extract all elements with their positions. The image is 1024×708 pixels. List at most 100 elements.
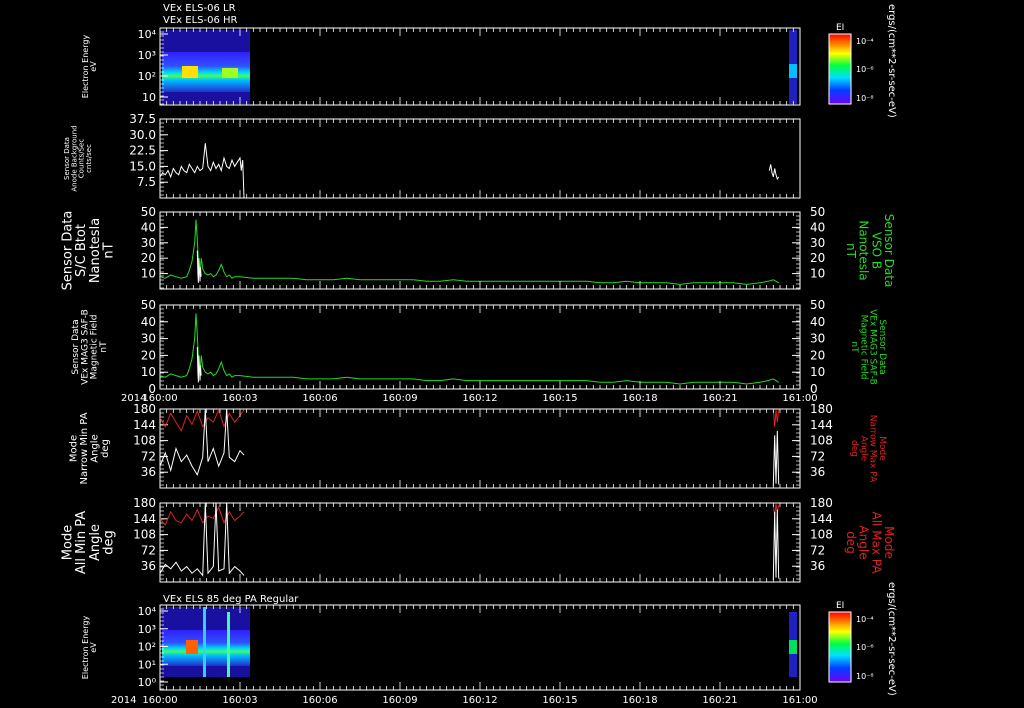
y-tick-label-right: 36: [810, 559, 825, 573]
colorbar-tick: 10⁻⁸: [856, 672, 874, 681]
year-label-bottom: 2014: [111, 695, 136, 706]
x-tick-label-mid: 160:03: [222, 393, 257, 404]
y-tick-label: 108: [133, 528, 156, 542]
x-tick-label-bottom: 160:15: [542, 695, 577, 706]
panel-frame-els06: [159, 27, 801, 106]
y-axis-label-right-line: nT: [849, 341, 859, 353]
y-axis-label-line: nT: [101, 242, 116, 258]
x-tick-label-bottom: 160:00: [142, 695, 177, 706]
colorbar-els06: EI 10⁻⁴ 10⁻⁶ 10⁻⁸: [828, 23, 874, 105]
series-line-background: [159, 143, 245, 199]
y-tick-label-right: 108: [810, 434, 833, 448]
y-tick-label: 10³: [138, 623, 156, 636]
series-line-narrowpa: [159, 408, 245, 433]
colorbar-pa85: EI 10⁻⁴ 10⁻⁶ 10⁻⁸: [828, 601, 874, 683]
y-tick-label: 15.0: [129, 159, 156, 173]
y-tick-label: 10²: [138, 70, 156, 83]
spectrogram-edge-band: [789, 64, 797, 78]
spectrogram-hotspot: [222, 68, 238, 78]
x-tick-label-bottom: 160:09: [382, 695, 417, 706]
y-tick-label-right: 108: [810, 528, 833, 542]
y-tick-label-right: 72: [810, 543, 825, 557]
y-tick-label-right: 30: [810, 332, 825, 346]
y-tick-label-right: 20: [810, 348, 825, 362]
spectrogram-hotspot: [182, 66, 198, 78]
colorbar-units-top: ergs/(cm**2-sr-sec-eV): [886, 4, 897, 118]
x-tick-label-mid: 160:12: [462, 393, 497, 404]
spectrogram-pa85-data: [162, 607, 797, 677]
colorbar-tick: 10⁻⁴: [856, 37, 874, 46]
x-tick-label-mid: 160:15: [542, 393, 577, 404]
y-tick-label: 10²: [138, 641, 156, 654]
series-line-narrowpa: [772, 409, 780, 427]
series-line-narrowpa: [772, 430, 780, 486]
y-tick-label-right: 144: [810, 418, 833, 432]
spectrogram-hotspot: [186, 640, 198, 654]
colorbar-tick: 10⁻⁴: [856, 615, 874, 624]
y-tick-label: 40: [141, 315, 156, 329]
y-tick-label-right: 40: [810, 220, 825, 234]
y-axis-label-line: Angle: [89, 434, 100, 462]
x-tick-label-mid: 160:21: [702, 393, 737, 404]
colorbar-gradient: [828, 33, 852, 105]
y-tick-label: 10: [141, 267, 156, 281]
y-tick-label-right: 180: [810, 496, 833, 510]
y-tick-label: 72: [141, 543, 156, 557]
x-tick-label-bottom: 161:00: [782, 695, 817, 706]
series-line-bmag: [159, 219, 779, 285]
y-tick-label-right: 10: [810, 365, 825, 379]
y-tick-label: 10: [142, 91, 156, 104]
y-axis-label-line: eV: [89, 61, 98, 72]
x-tick-label-bottom: 160:18: [622, 695, 657, 706]
series-line-allpa: [159, 506, 245, 526]
y-axis-label-line: cnts/sec: [85, 144, 93, 173]
colorbar-units-bottom: ergs/(cm**2-sr-sec-eV): [886, 582, 897, 696]
y-tick-label-right: 20: [810, 251, 825, 265]
y-tick-label-right: 30: [810, 236, 825, 250]
y-tick-label: 37.5: [129, 112, 156, 126]
series-line-allpa: [772, 509, 780, 580]
y-axis-label-right-line: deg: [849, 440, 859, 457]
y-tick-label: 144: [133, 418, 156, 432]
y-axis-label-line: eV: [89, 642, 98, 653]
header-line-2: VEx ELS-06 HR: [163, 15, 238, 26]
spectrogram-els06-data: [162, 30, 797, 104]
y-tick-label: 30: [141, 332, 156, 346]
y-tick-label: 20: [141, 348, 156, 362]
x-tick-label-bottom: 160:06: [302, 695, 337, 706]
y-tick-label: 36: [141, 559, 156, 573]
pa85-panel-title: VEx ELS 85 deg PA Regular: [163, 594, 299, 605]
colorbar-label: EI: [836, 601, 844, 611]
y-tick-label: 10⁰: [138, 676, 157, 689]
spectrogram-figure: VEx ELS-06 LR VEx ELS-06 HR ergs/(cm**2-…: [61, 3, 897, 706]
y-tick-label: 10⁴: [138, 605, 157, 618]
x-tick-label-mid: 161:00: [782, 393, 817, 404]
y-tick-label: 144: [133, 512, 156, 526]
y-axis-label-line: Narrow Min PA: [79, 412, 90, 484]
y-tick-label: 22.5: [129, 144, 156, 158]
y-tick-label-right: 72: [810, 449, 825, 463]
colorbar-tick: 10⁻⁶: [856, 65, 874, 74]
y-tick-label-right: 50: [810, 205, 825, 219]
y-tick-label: 40: [141, 220, 156, 234]
y-tick-label-right: 180: [810, 402, 833, 416]
y-tick-label: 36: [141, 465, 156, 479]
y-tick-label: 30.0: [129, 128, 156, 142]
x-tick-label-mid: 160:00: [142, 393, 177, 404]
x-tick-label-mid: 160:06: [302, 393, 337, 404]
panel-frame-pa85: [159, 604, 801, 691]
y-tick-label: 10⁴: [138, 28, 157, 41]
y-tick-label-right: 36: [810, 465, 825, 479]
y-tick-label: 20: [141, 251, 156, 265]
y-axis-label-line: deg: [101, 530, 116, 555]
colorbar-gradient: [828, 611, 852, 683]
y-tick-label-right: 10: [810, 267, 825, 281]
panel-frame-narrowpa: [159, 408, 801, 489]
y-tick-label: 50: [141, 205, 156, 219]
y-tick-label: 108: [133, 434, 156, 448]
series-line-allpa: [159, 502, 245, 577]
colorbar-tick: 10⁻⁸: [856, 94, 874, 103]
spectrogram-stripe: [227, 612, 230, 677]
y-axis-label-line: deg: [100, 439, 111, 458]
y-tick-label: 30: [141, 236, 156, 250]
